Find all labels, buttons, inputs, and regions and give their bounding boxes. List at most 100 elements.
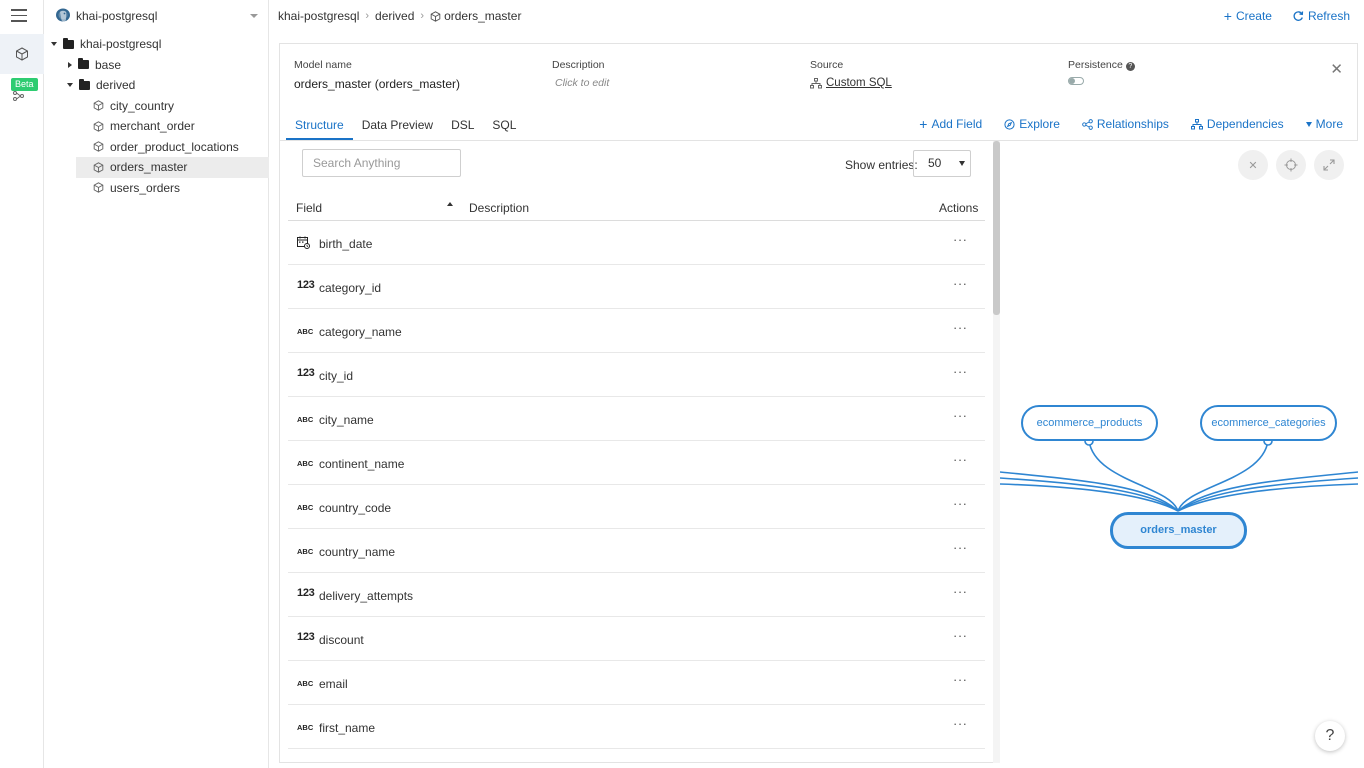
- tree-model-item[interactable]: merchant_order: [44, 116, 269, 137]
- field-name[interactable]: country_name: [319, 545, 395, 559]
- row-actions-icon[interactable]: ···: [953, 232, 968, 247]
- more-button[interactable]: More: [1305, 116, 1343, 132]
- table-row: ABC city_name ···: [288, 397, 985, 441]
- explore-button[interactable]: Explore: [1004, 116, 1060, 132]
- tree-model-item-selected[interactable]: orders_master: [76, 157, 269, 178]
- number-type-icon: 123: [297, 587, 315, 599]
- create-label: Create: [1235, 9, 1272, 23]
- row-actions-icon[interactable]: ···: [953, 672, 968, 687]
- tab-data-preview[interactable]: Data Preview: [353, 114, 442, 140]
- row-actions-icon[interactable]: ···: [953, 628, 968, 643]
- text-type-icon: ABC: [297, 547, 314, 556]
- field-name[interactable]: country_code: [319, 501, 391, 515]
- description-edit[interactable]: Click to edit: [555, 77, 609, 89]
- field-name[interactable]: email: [319, 677, 348, 691]
- table-scrollbar-thumb[interactable]: [993, 141, 1000, 315]
- field-name[interactable]: city_id: [319, 369, 353, 383]
- menu-icon[interactable]: [11, 9, 27, 23]
- column-header-description: Description: [469, 201, 530, 215]
- description-field: Description Click to edit: [552, 59, 609, 89]
- row-actions-icon[interactable]: ···: [953, 452, 968, 467]
- row-actions-icon[interactable]: ···: [953, 540, 968, 555]
- field-name[interactable]: category_name: [319, 325, 402, 339]
- tree-model-item[interactable]: city_country: [44, 96, 269, 117]
- field-name[interactable]: category_id: [319, 281, 381, 295]
- row-actions-icon[interactable]: ···: [953, 276, 968, 291]
- row-actions-icon[interactable]: ···: [953, 408, 968, 423]
- tree-root[interactable]: khai-postgresql: [44, 34, 269, 55]
- graph-node-orders-master[interactable]: orders_master: [1110, 512, 1247, 549]
- field-name[interactable]: delivery_attempts: [319, 589, 413, 603]
- tree-root-label: khai-postgresql: [80, 37, 162, 52]
- close-icon[interactable]: ✕: [1330, 60, 1343, 78]
- relationship-graph: ✕ ecommerce_products ecommerce_categorie…: [1000, 141, 1358, 763]
- chevron-down-icon: [250, 14, 258, 18]
- table-row: ABC country_name ···: [288, 529, 985, 573]
- tab-structure[interactable]: Structure: [286, 114, 353, 140]
- field-name[interactable]: first_name: [319, 721, 375, 735]
- field-name[interactable]: continent_name: [319, 457, 404, 471]
- model-name-field: Model name orders_master (orders_master): [294, 59, 460, 91]
- text-type-icon: ABC: [297, 415, 314, 424]
- table-row: ABC email ···: [288, 661, 985, 705]
- cube-icon: [93, 100, 104, 112]
- refresh-label: Refresh: [1307, 9, 1350, 23]
- tree-folder-base[interactable]: base: [44, 55, 269, 76]
- tree-model-item[interactable]: users_orders: [44, 178, 269, 199]
- caret-right-icon: [68, 61, 72, 68]
- refresh-button[interactable]: Refresh: [1292, 8, 1350, 24]
- table-row: 123 discount ···: [288, 617, 985, 661]
- table-row: 123 delivery_attempts ···: [288, 573, 985, 617]
- sort-asc-icon[interactable]: [447, 202, 453, 206]
- tree-folder-label: base: [95, 57, 122, 72]
- row-actions-icon[interactable]: ···: [953, 320, 968, 335]
- number-type-icon: 123: [297, 279, 315, 291]
- model-detail-card: Model name orders_master (orders_master)…: [279, 43, 1358, 763]
- field-name[interactable]: discount: [319, 633, 364, 647]
- add-field-label: Add Field: [931, 117, 983, 131]
- add-field-button[interactable]: + Add Field: [919, 116, 982, 132]
- dependencies-label: Dependencies: [1206, 117, 1284, 131]
- table-header: Field Description Actions: [288, 195, 985, 221]
- entries-value: 50: [928, 156, 942, 170]
- row-actions-icon[interactable]: ···: [953, 716, 968, 731]
- column-header-field[interactable]: Field: [296, 201, 322, 215]
- rail-item-models[interactable]: [0, 34, 44, 74]
- source-link[interactable]: Custom SQL: [810, 77, 892, 89]
- field-name[interactable]: city_name: [319, 413, 374, 427]
- top-header: khai-postgresql › derived › orders_maste…: [269, 0, 1364, 32]
- graph-node-ecommerce-categories[interactable]: ecommerce_categories: [1200, 405, 1337, 441]
- field-name[interactable]: birth_date: [319, 237, 372, 251]
- rail-item-beta[interactable]: Beta: [0, 76, 44, 106]
- relationships-button[interactable]: Relationships: [1082, 116, 1169, 132]
- tree-folder-derived[interactable]: derived: [44, 75, 269, 96]
- persistence-toggle[interactable]: [1068, 77, 1084, 85]
- tab-sql[interactable]: SQL: [483, 114, 525, 140]
- top-actions: + Create Refresh: [1224, 8, 1350, 24]
- breadcrumb-item[interactable]: khai-postgresql: [278, 9, 359, 23]
- breadcrumb: khai-postgresql › derived › orders_maste…: [278, 9, 521, 23]
- create-button[interactable]: + Create: [1224, 8, 1272, 24]
- row-actions-icon[interactable]: ···: [953, 496, 968, 511]
- tab-dsl[interactable]: DSL: [442, 114, 483, 140]
- text-type-icon: ABC: [297, 679, 314, 688]
- datasource-select[interactable]: khai-postgresql: [54, 4, 264, 28]
- folder-icon: [78, 58, 89, 70]
- model-tabs: Structure Data Preview DSL SQL: [286, 114, 525, 140]
- tree-model-label: city_country: [110, 98, 175, 113]
- graph-node-ecommerce-products[interactable]: ecommerce_products: [1021, 405, 1158, 441]
- plus-icon: +: [919, 116, 928, 132]
- entries-select[interactable]: 50: [913, 150, 971, 177]
- row-actions-icon[interactable]: ···: [953, 584, 968, 599]
- cube-icon: [93, 161, 104, 173]
- model-name-value: orders_master (orders_master): [294, 77, 461, 91]
- tree-model-item[interactable]: order_product_locations: [44, 137, 269, 158]
- column-header-actions: Actions: [939, 201, 979, 215]
- help-icon[interactable]: ?: [1125, 62, 1135, 71]
- breadcrumb-item[interactable]: derived: [375, 9, 414, 23]
- row-actions-icon[interactable]: ···: [953, 364, 968, 379]
- more-label: More: [1315, 117, 1343, 131]
- search-input[interactable]: [302, 149, 461, 177]
- dependencies-button[interactable]: Dependencies: [1190, 116, 1284, 132]
- help-button[interactable]: ?: [1315, 721, 1345, 751]
